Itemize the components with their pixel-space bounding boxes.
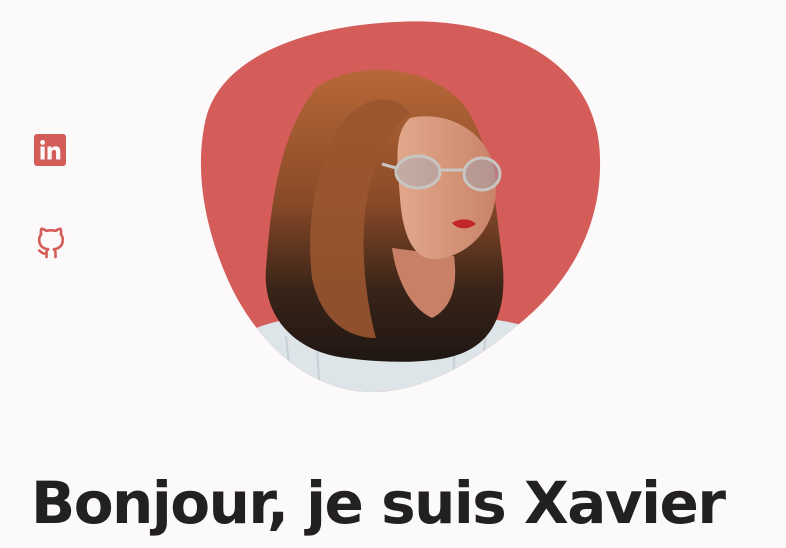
hero-portrait (200, 21, 601, 392)
hero-title: Bonjour, je suis Xavier (31, 469, 726, 537)
social-links (34, 134, 68, 260)
github-link[interactable] (34, 222, 68, 260)
github-icon (37, 227, 65, 259)
home-page: Bonjour, je suis Xavier (0, 0, 786, 548)
linkedin-icon (34, 134, 66, 166)
linkedin-link[interactable] (34, 134, 66, 166)
